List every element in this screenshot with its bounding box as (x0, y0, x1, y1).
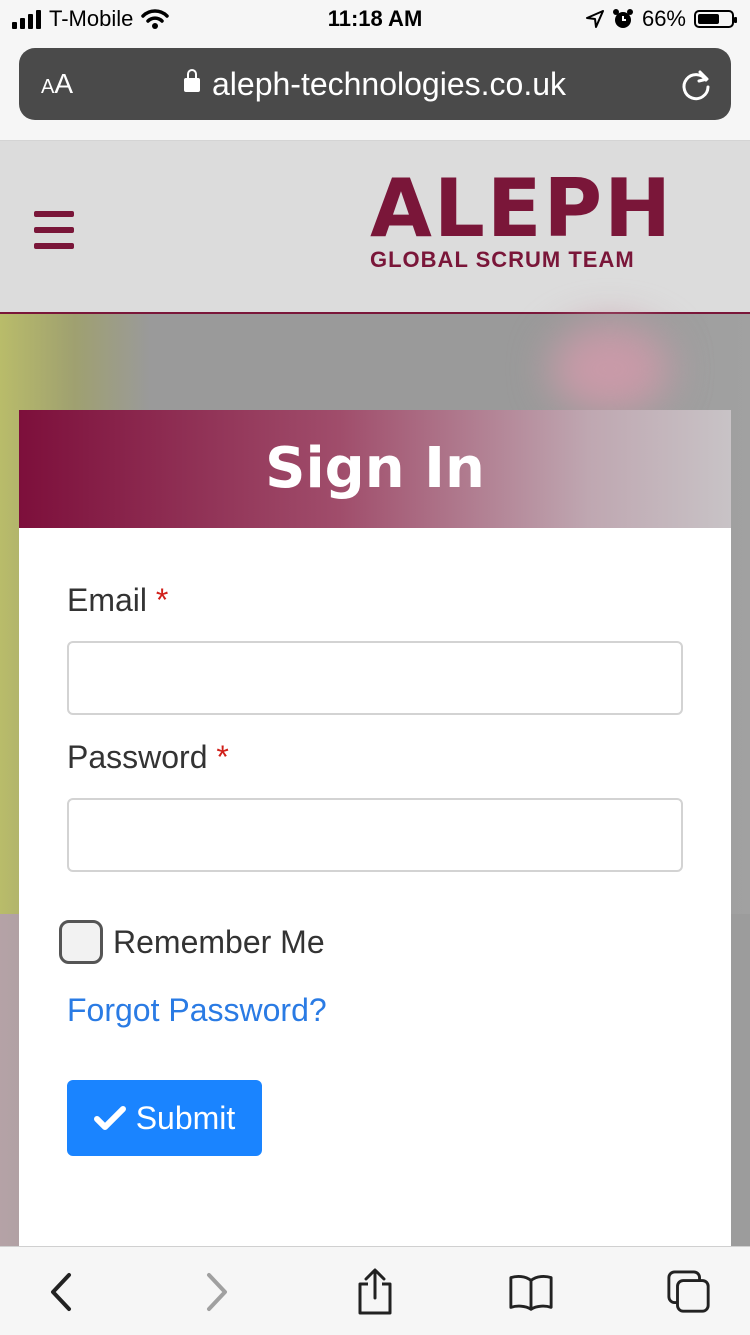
chevron-left-icon (51, 1273, 71, 1311)
site-header: ALEPH GLOBAL SCRUM TEAM (0, 141, 750, 314)
password-label: Password (67, 739, 208, 775)
browser-chrome: AA aleph-technologies.co.uk (0, 40, 750, 141)
signin-title: Sign In (19, 410, 731, 528)
email-field[interactable] (67, 641, 683, 715)
required-marker: * (155, 582, 169, 618)
signin-card: Sign In Email * Password * Remember Me F… (19, 410, 731, 1246)
remember-me-label[interactable]: Remember Me (113, 924, 325, 961)
remember-me-row[interactable]: Remember Me (59, 920, 325, 964)
submit-label: Submit (135, 1099, 236, 1136)
required-marker: * (216, 739, 229, 775)
back-button[interactable] (38, 1269, 84, 1315)
email-label: Email (67, 582, 148, 618)
status-bar: T-Mobile 11:18 AM 66% (0, 0, 750, 40)
browser-toolbar (0, 1246, 750, 1335)
battery-icon (694, 10, 737, 28)
share-icon (358, 1268, 392, 1315)
signin-form: Email * Password * Remember Me Forgot Pa… (59, 582, 683, 1156)
logo[interactable]: ALEPH GLOBAL SCRUM TEAM (370, 162, 700, 273)
lock-icon (183, 68, 200, 92)
menu-icon[interactable] (34, 211, 74, 249)
share-button[interactable] (352, 1268, 398, 1315)
forward-button[interactable] (194, 1269, 240, 1315)
alarm-icon (612, 9, 633, 28)
battery-percent: 66% (641, 6, 686, 31)
tabs-button[interactable] (666, 1269, 712, 1315)
address-bar[interactable]: AA aleph-technologies.co.uk (19, 48, 731, 120)
tabs-icon (667, 1270, 710, 1313)
bookmarks-button[interactable] (508, 1269, 554, 1315)
reload-icon[interactable] (679, 68, 713, 102)
password-field[interactable] (67, 798, 683, 872)
remember-me-checkbox[interactable] (59, 920, 103, 964)
forgot-password-link[interactable]: Forgot Password? (67, 992, 327, 1029)
book-icon (509, 1274, 553, 1311)
submit-button[interactable]: Submit (67, 1080, 262, 1156)
location-arrow-icon (585, 10, 604, 28)
logo-text: ALEPH (370, 162, 674, 255)
checkmark-icon (93, 1106, 126, 1130)
url-text: aleph-technologies.co.uk (211, 66, 566, 102)
chevron-right-icon (207, 1273, 227, 1311)
